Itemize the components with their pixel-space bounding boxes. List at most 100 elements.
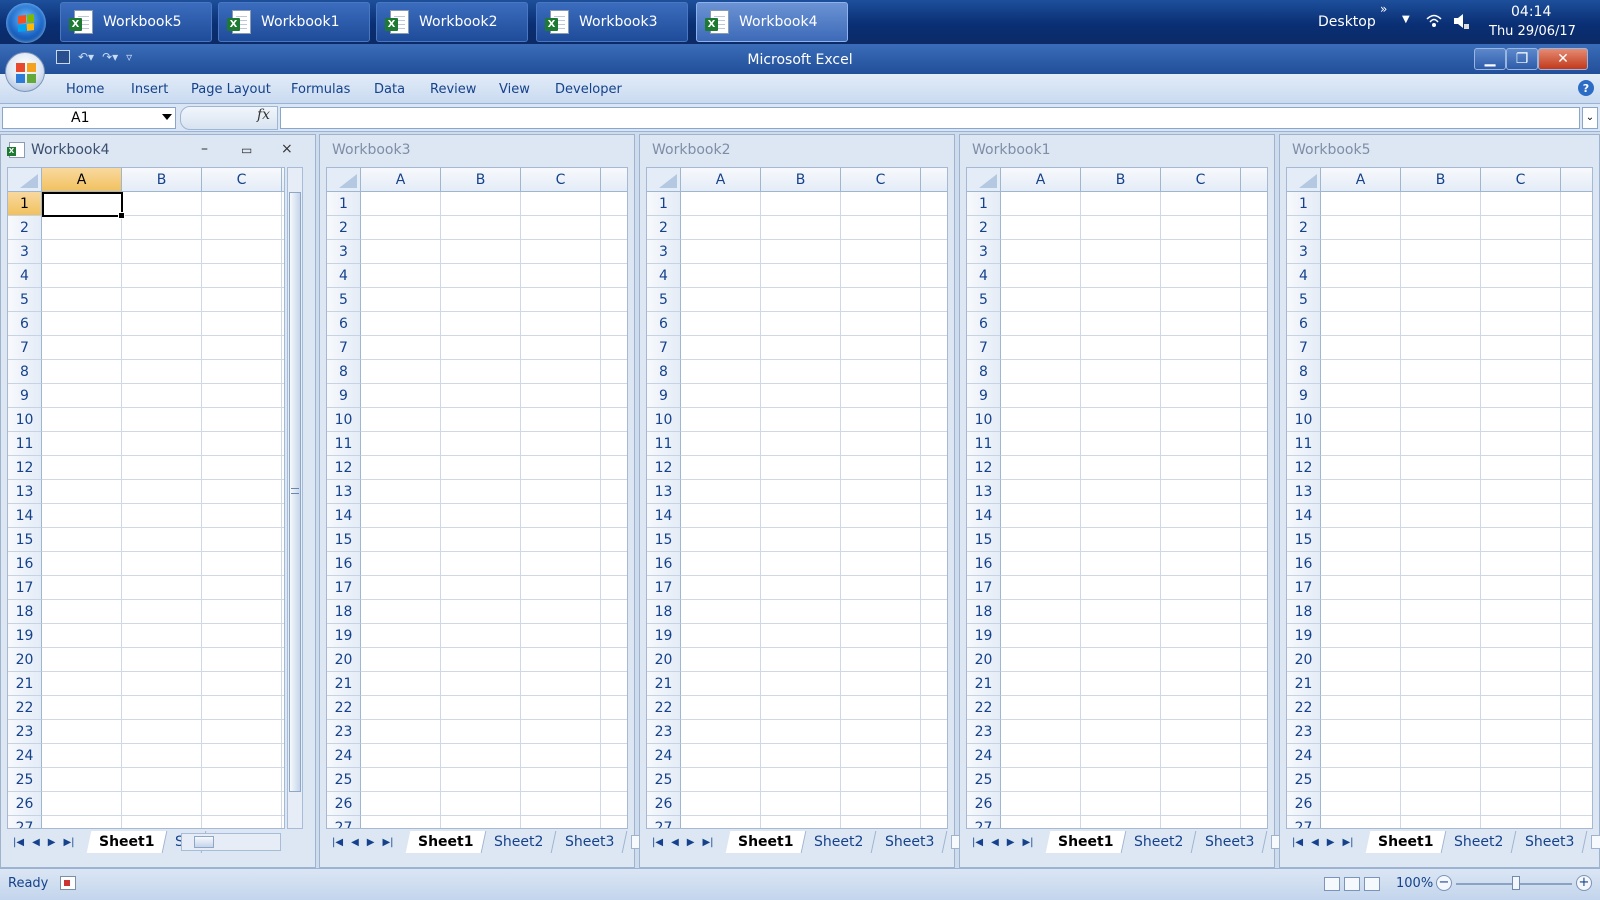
column-header[interactable]: C xyxy=(1161,168,1241,192)
row-header[interactable]: 5 xyxy=(647,288,681,312)
row-header[interactable]: 3 xyxy=(1287,240,1321,264)
zoom-in-icon[interactable]: + xyxy=(1576,875,1592,891)
prev-sheet-icon[interactable]: ◀ xyxy=(1311,837,1319,848)
workbook-window-workbook2[interactable]: Workbook2 A B C 1 2 3 4 5 6 7 8 9 10 11 12 13 14 15 16 17 18 1… xyxy=(639,134,970,868)
expand-formula-bar-icon[interactable]: ⌄ xyxy=(1582,107,1598,129)
row-header[interactable]: 12 xyxy=(647,456,681,480)
column-header[interactable]: A xyxy=(1321,168,1401,192)
row-header[interactable]: 15 xyxy=(647,528,681,552)
row-header[interactable]: 25 xyxy=(647,768,681,792)
desktop-toolbar-label[interactable]: Desktop xyxy=(1318,14,1376,30)
minimize-button[interactable]: ▁ xyxy=(1474,48,1506,70)
sheet-tab-sheet1[interactable]: Sheet1 xyxy=(1045,831,1127,853)
last-sheet-icon[interactable]: ▶| xyxy=(382,837,393,848)
cell-area[interactable] xyxy=(1321,192,1592,828)
row-header[interactable]: 21 xyxy=(8,672,42,696)
normal-view-icon[interactable] xyxy=(1324,877,1340,891)
chevron-down-icon[interactable]: ▼ xyxy=(1402,14,1410,25)
row-header[interactable]: 11 xyxy=(8,432,42,456)
row-header[interactable]: 19 xyxy=(967,624,1001,648)
last-sheet-icon[interactable]: ▶| xyxy=(1342,837,1353,848)
row-header[interactable]: 7 xyxy=(327,336,361,360)
row-header[interactable]: 11 xyxy=(967,432,1001,456)
column-header-partial[interactable] xyxy=(282,168,284,192)
row-header[interactable]: 23 xyxy=(327,720,361,744)
page-break-view-icon[interactable] xyxy=(1364,877,1380,891)
row-header[interactable]: 16 xyxy=(1287,552,1321,576)
row-header[interactable]: 2 xyxy=(327,216,361,240)
row-header[interactable]: 18 xyxy=(327,600,361,624)
column-header[interactable]: A xyxy=(361,168,441,192)
row-header[interactable]: 3 xyxy=(327,240,361,264)
row-header[interactable]: 15 xyxy=(8,528,42,552)
row-header[interactable]: 4 xyxy=(647,264,681,288)
prev-sheet-icon[interactable]: ◀ xyxy=(991,837,999,848)
row-header[interactable]: 27 xyxy=(327,816,361,828)
sheet-tab-sheet1[interactable]: Sheet1 xyxy=(1365,831,1447,853)
row-header[interactable]: 6 xyxy=(327,312,361,336)
row-header[interactable]: 24 xyxy=(1287,744,1321,768)
row-header[interactable]: 27 xyxy=(8,816,42,828)
row-header[interactable]: 24 xyxy=(8,744,42,768)
select-all-button[interactable] xyxy=(8,168,42,192)
insert-function-button[interactable]: fx xyxy=(257,107,270,123)
row-header[interactable]: 10 xyxy=(1287,408,1321,432)
row-header[interactable]: 13 xyxy=(8,480,42,504)
row-header[interactable]: 18 xyxy=(647,600,681,624)
row-header[interactable]: 4 xyxy=(8,264,42,288)
workbook-window-workbook1[interactable]: Workbook1 A B C 1 2 3 4 5 6 7 8 9 10 11 12 13 14 15 16 17 18 1… xyxy=(959,134,1290,868)
row-header[interactable]: 26 xyxy=(1287,792,1321,816)
chevron-right-icon[interactable]: » xyxy=(1380,2,1387,16)
column-header-partial[interactable] xyxy=(921,168,947,192)
tab-view[interactable]: View xyxy=(499,82,530,97)
row-header[interactable]: 12 xyxy=(8,456,42,480)
cell-area[interactable] xyxy=(361,192,627,828)
row-header[interactable]: 25 xyxy=(1287,768,1321,792)
tab-home[interactable]: Home xyxy=(66,82,104,97)
row-header[interactable]: 22 xyxy=(1287,696,1321,720)
worksheet-grid[interactable]: A B C 1 2 3 4 5 6 7 8 9 10 11 12 13 14 15 16 17 18 19 20 21 22 23… xyxy=(1286,167,1593,829)
row-header[interactable]: 27 xyxy=(967,816,1001,828)
column-header[interactable]: A xyxy=(42,168,122,192)
row-header[interactable]: 1 xyxy=(967,192,1001,216)
first-sheet-icon[interactable]: |◀ xyxy=(13,837,24,848)
zoom-level[interactable]: 100% xyxy=(1396,876,1433,891)
restore-button[interactable]: ❐ xyxy=(1506,48,1538,70)
row-header[interactable]: 25 xyxy=(8,768,42,792)
first-sheet-icon[interactable]: |◀ xyxy=(972,837,983,848)
tab-page-layout[interactable]: Page Layout xyxy=(191,82,271,97)
row-header[interactable]: 21 xyxy=(967,672,1001,696)
row-header[interactable]: 8 xyxy=(327,360,361,384)
column-header[interactable]: C xyxy=(521,168,601,192)
row-header[interactable]: 10 xyxy=(327,408,361,432)
row-header[interactable]: 2 xyxy=(647,216,681,240)
workbook-title[interactable]: Workbook2 xyxy=(640,135,954,165)
row-header[interactable]: 5 xyxy=(327,288,361,312)
row-header[interactable]: 8 xyxy=(647,360,681,384)
row-header[interactable]: 5 xyxy=(967,288,1001,312)
row-header[interactable]: 21 xyxy=(1287,672,1321,696)
cell-area[interactable] xyxy=(681,192,947,828)
last-sheet-icon[interactable]: ▶| xyxy=(63,837,74,848)
macro-record-icon[interactable] xyxy=(60,876,76,890)
row-header[interactable]: 22 xyxy=(967,696,1001,720)
row-header[interactable]: 6 xyxy=(647,312,681,336)
column-header[interactable]: C xyxy=(1481,168,1561,192)
row-header[interactable]: 17 xyxy=(1287,576,1321,600)
row-header[interactable]: 2 xyxy=(967,216,1001,240)
row-header[interactable]: 26 xyxy=(647,792,681,816)
column-header[interactable]: B xyxy=(122,168,202,192)
worksheet-grid[interactable]: A B C 1 2 3 4 5 6 7 8 9 10 11 12 13 14 15 16 17 18 19 20 21 22 23… xyxy=(646,167,948,829)
row-header[interactable]: 16 xyxy=(647,552,681,576)
row-header[interactable]: 17 xyxy=(327,576,361,600)
sheet-tab-sheet1[interactable]: Sheet1 xyxy=(405,831,487,853)
row-header[interactable]: 12 xyxy=(1287,456,1321,480)
sheet-tab-sheet2[interactable]: Sheet2 xyxy=(802,831,878,853)
start-button[interactable] xyxy=(6,3,46,43)
scrollbar-thumb[interactable] xyxy=(194,836,214,848)
prev-sheet-icon[interactable]: ◀ xyxy=(671,837,679,848)
close-button[interactable]: ✕ xyxy=(1538,48,1588,70)
tab-developer[interactable]: Developer xyxy=(555,82,622,97)
row-header[interactable]: 19 xyxy=(647,624,681,648)
taskbar-button-workbook3[interactable]: X Workbook3 xyxy=(536,2,688,42)
